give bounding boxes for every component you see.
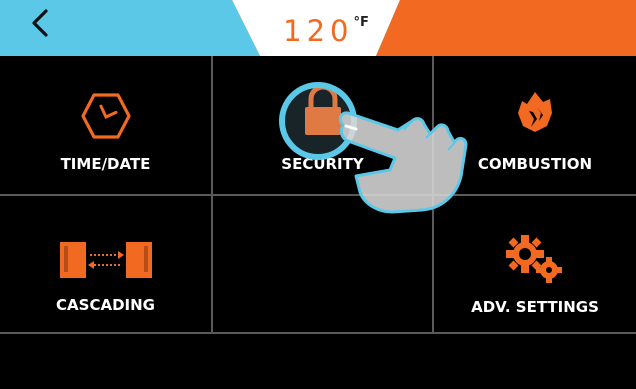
tile-security[interactable]: SECURITY (213, 57, 432, 194)
tile-cascading[interactable]: CASCADING (0, 196, 211, 332)
cascade-boilers-icon (59, 242, 152, 278)
tile-label: COMBUSTION (477, 155, 593, 173)
flame-icon (518, 92, 552, 132)
tile-empty (213, 196, 432, 332)
padlock-icon (304, 85, 341, 135)
tile-label: ADV. SETTINGS (471, 298, 599, 316)
clock-icon (80, 93, 131, 139)
tile-combustion[interactable]: COMBUSTION (434, 57, 636, 194)
tile-adv-settings[interactable]: ADV. SETTINGS (434, 196, 636, 332)
gears-icon (506, 235, 562, 283)
tile-label: SECURITY (281, 155, 364, 173)
tile-label: CASCADING (56, 296, 155, 314)
settings-menu-screen: 120 °F TIME/DATE SECURITY COMBUSTION CAS… (0, 0, 636, 389)
tile-label: TIME/DATE (60, 155, 151, 173)
tile-time-date[interactable]: TIME/DATE (0, 57, 211, 194)
